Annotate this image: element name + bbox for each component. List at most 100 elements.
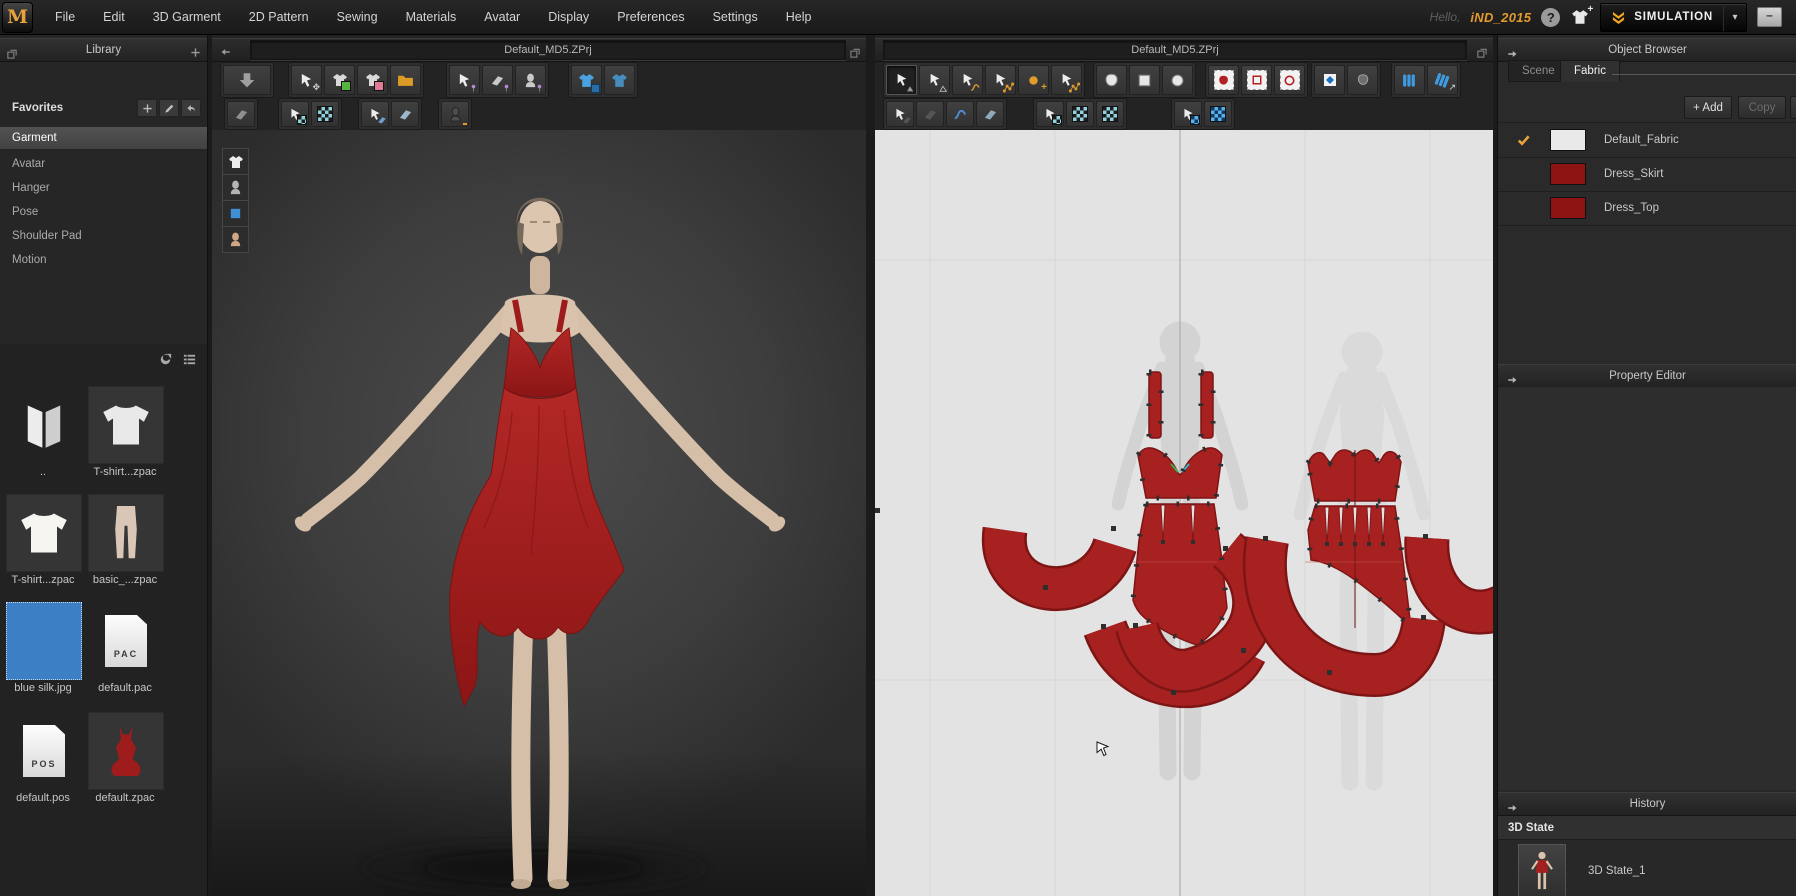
internal-circle-tool[interactable] [1274,65,1305,95]
delete-fabric-button-clipped[interactable] [1790,96,1796,119]
sidebar-item-motion[interactable]: Motion [0,249,207,271]
library-pin-icon[interactable] [190,47,201,58]
window-expand-icon[interactable] [1475,47,1489,59]
show-skin-toggle[interactable] [222,226,249,253]
select-move-tool[interactable]: ✥ [291,65,322,95]
internal-rectangle-tool[interactable] [1241,65,1272,95]
menu-edit[interactable]: Edit [89,0,139,34]
mesh-2d-tool[interactable] [1066,101,1094,127]
list-view-icon[interactable] [182,352,197,367]
window-dock-icon[interactable] [5,48,19,60]
history-state-row[interactable]: 3D State_1 [1498,840,1796,896]
sidebar-item-hanger[interactable]: Hanger [0,177,207,199]
fabric-flatten-tool[interactable]: ↗ [1427,65,1458,95]
select-texture-tool[interactable] [1174,101,1202,127]
show-garment-toggle[interactable] [222,148,249,175]
curve-panel-tool[interactable] [946,101,974,127]
menu-2d-pattern[interactable]: 2D Pattern [235,0,323,34]
menu-settings[interactable]: Settings [699,0,772,34]
collapse-icon[interactable] [1506,374,1518,386]
edit-pattern-tool[interactable] [919,65,950,95]
dart-tool[interactable] [1347,65,1378,95]
scene-3d[interactable] [212,130,866,896]
copy-fabric-button[interactable]: Copy [1738,96,1786,119]
transform-pattern-tool[interactable] [886,65,917,95]
show-pattern-toggle[interactable] [222,200,249,227]
menu-materials[interactable]: Materials [392,0,471,34]
viewport-3d[interactable]: Default_MD5.ZPrj ✥ [212,34,866,896]
username-text[interactable]: iND_2015 [1470,10,1531,25]
fabric-swatch[interactable] [1550,163,1586,185]
window-expand-icon[interactable] [848,47,862,59]
menu-file[interactable]: File [41,0,89,34]
library-item-blue-silk[interactable] [6,602,82,680]
library-item-tshirt-1[interactable] [88,386,164,464]
panel-blue-tool[interactable] [976,101,1004,127]
favorites-edit-icon[interactable] [159,99,179,117]
internal-polygon-tool[interactable] [1208,65,1239,95]
tab-fabric[interactable]: Fabric [1560,60,1620,82]
show-fabric-grid-tool[interactable] [571,65,602,95]
select-mesh-2d-tool[interactable] [1036,101,1064,127]
show-fabric-half-tool[interactable] [604,65,635,95]
simulate-drop-button[interactable] [223,65,271,95]
rotate-garment-tool[interactable] [357,65,388,95]
menu-sewing[interactable]: Sewing [323,0,392,34]
pin-to-box-tool[interactable] [482,65,513,95]
menu-display[interactable]: Display [534,0,603,34]
library-item-pants[interactable] [88,494,164,572]
add-avatar-icon[interactable]: + [1570,4,1593,26]
mesh-paint-tool[interactable] [311,101,339,127]
menu-help[interactable]: Help [772,0,826,34]
fabric-swatch[interactable] [1550,129,1586,151]
fabric-roll-tool[interactable] [1394,65,1425,95]
help-icon[interactable]: ? [1541,7,1561,27]
mesh-paint-2d-tool[interactable] [1096,101,1124,127]
create-circle-tool[interactable] [1162,65,1193,95]
create-polygon-tool[interactable] [1096,65,1127,95]
panel-dark-tool[interactable] [916,101,944,127]
check-icon[interactable] [1516,133,1531,148]
export-garment-tool[interactable] [390,65,421,95]
internal-diamond-tool[interactable] [1314,65,1345,95]
select-mesh-tool[interactable] [281,101,309,127]
menu-avatar[interactable]: Avatar [470,0,534,34]
simulation-dropdown-icon[interactable]: ▾ [1723,3,1746,31]
app-logo-icon[interactable]: M [2,1,33,33]
pattern-canvas[interactable] [875,130,1493,896]
fabric-row-dress-skirt[interactable]: Dress_Skirt [1498,157,1796,192]
create-rectangle-tool[interactable] [1129,65,1160,95]
library-item-parent-folder[interactable] [6,386,82,464]
menu-preferences[interactable]: Preferences [603,0,698,34]
menu-3d-garment[interactable]: 3D Garment [139,0,235,34]
add-fabric-button[interactable]: + Add [1684,96,1732,119]
sidebar-item-shoulder-pad[interactable]: Shoulder Pad [0,225,207,247]
sidebar-item-avatar[interactable]: Avatar [0,153,207,175]
fabric-row-dress-top[interactable]: Dress_Top [1498,191,1796,226]
minimize-button[interactable]: – [1757,7,1782,27]
library-item-default-zpac[interactable] [88,712,164,790]
library-item-tshirt-2[interactable] [6,494,82,572]
edit-polygon-tool[interactable] [1051,65,1082,95]
fabric-swatch[interactable] [1550,197,1586,219]
add-point-tool[interactable]: + [1018,65,1049,95]
sidebar-item-garment[interactable]: Garment [0,127,207,149]
viewport-2d[interactable]: Default_MD5.ZPrj + ↗ [875,34,1493,896]
pin-to-avatar-tool[interactable] [515,65,546,95]
sidebar-item-pose[interactable]: Pose [0,201,207,223]
favorites-back-icon[interactable] [181,99,201,117]
simulation-button[interactable]: SIMULATION [1601,4,1723,31]
edit-texture-tool[interactable] [1204,101,1232,127]
edit-curve-point-tool[interactable] [985,65,1016,95]
select-panel-tool[interactable] [886,101,914,127]
library-item-default-pos[interactable]: POS [6,712,82,790]
collapse-icon[interactable] [1506,802,1518,814]
history-state-thumbnail[interactable] [1518,844,1566,896]
select-pin-tool[interactable] [449,65,480,95]
move-garment-tool[interactable] [324,65,355,95]
edit-curvature-tool[interactable] [952,65,983,95]
refresh-icon[interactable] [158,352,173,367]
avatar-head-tool[interactable] [441,101,469,127]
library-item-default-pac[interactable]: PAC [88,602,164,680]
plane-cut-tool[interactable] [391,101,419,127]
